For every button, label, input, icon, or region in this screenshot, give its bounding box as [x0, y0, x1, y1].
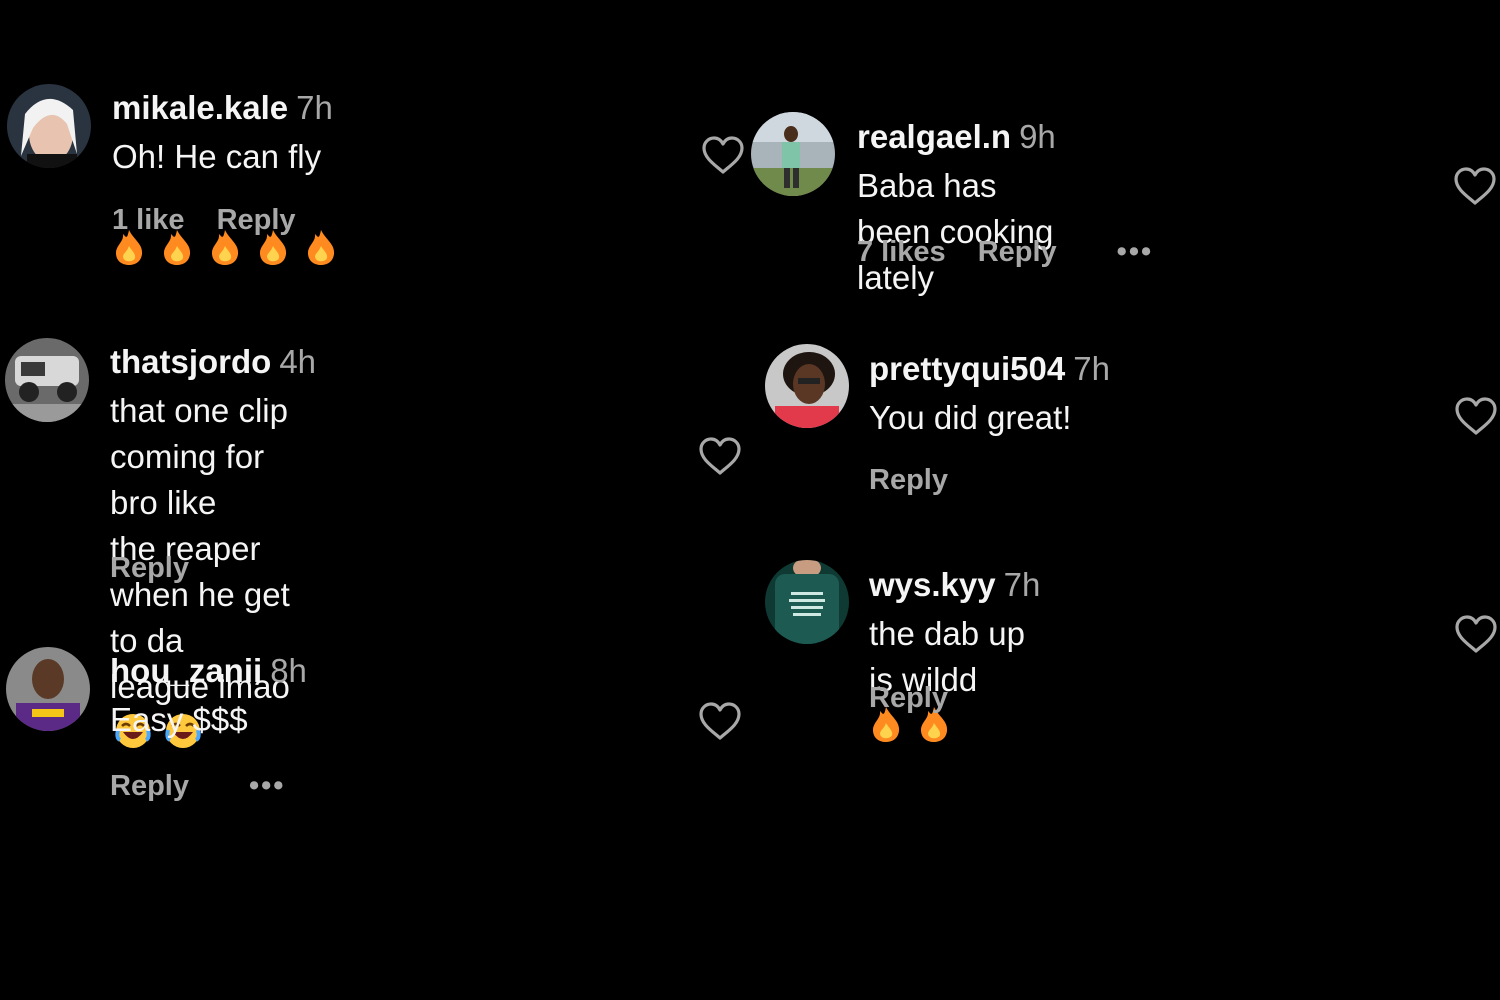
- avatar[interactable]: [765, 344, 849, 428]
- username[interactable]: hou_zanii: [110, 652, 262, 689]
- comment-text: Easy $$$: [110, 701, 248, 738]
- username[interactable]: prettyqui504: [869, 350, 1065, 387]
- timestamp: 8h: [270, 652, 307, 689]
- reply-button[interactable]: Reply: [217, 204, 296, 236]
- reply-button[interactable]: Reply: [978, 236, 1057, 268]
- like-count[interactable]: 7 likes: [857, 236, 946, 268]
- username[interactable]: mikale.kale: [112, 89, 288, 126]
- heart-outline-icon[interactable]: [1453, 166, 1497, 206]
- more-options-icon[interactable]: •••: [249, 770, 285, 803]
- avatar[interactable]: [7, 84, 91, 168]
- reply-button[interactable]: Reply: [110, 552, 189, 584]
- avatar[interactable]: [765, 560, 849, 644]
- username[interactable]: wys.kyy: [869, 566, 996, 603]
- timestamp: 7h: [1003, 566, 1041, 603]
- heart-outline-icon[interactable]: [701, 135, 745, 175]
- heart-outline-icon[interactable]: [1454, 396, 1498, 436]
- reply-button[interactable]: Reply: [110, 770, 189, 802]
- timestamp: 4h: [279, 343, 317, 380]
- avatar[interactable]: [751, 112, 835, 196]
- comment-text: the dab up is wildd: [869, 611, 1040, 749]
- heart-outline-icon[interactable]: [1454, 614, 1498, 654]
- comment-text: You did great!: [869, 399, 1072, 436]
- avatar[interactable]: [6, 647, 90, 731]
- reply-button[interactable]: Reply: [869, 464, 948, 496]
- reply-button[interactable]: Reply: [869, 682, 948, 714]
- comment-text: Oh! He can fly: [112, 134, 338, 272]
- like-count[interactable]: 1 like: [112, 204, 185, 236]
- heart-outline-icon[interactable]: [698, 701, 742, 741]
- heart-outline-icon[interactable]: [698, 436, 742, 476]
- timestamp: 7h: [296, 89, 333, 126]
- more-options-icon[interactable]: •••: [1117, 236, 1153, 269]
- timestamp: 7h: [1073, 350, 1110, 387]
- comment-text: Baba has been cooking lately: [857, 167, 1054, 296]
- username[interactable]: realgael.n: [857, 118, 1011, 155]
- username[interactable]: thatsjordo: [110, 343, 271, 380]
- timestamp: 9h: [1019, 118, 1056, 155]
- avatar[interactable]: [5, 338, 89, 422]
